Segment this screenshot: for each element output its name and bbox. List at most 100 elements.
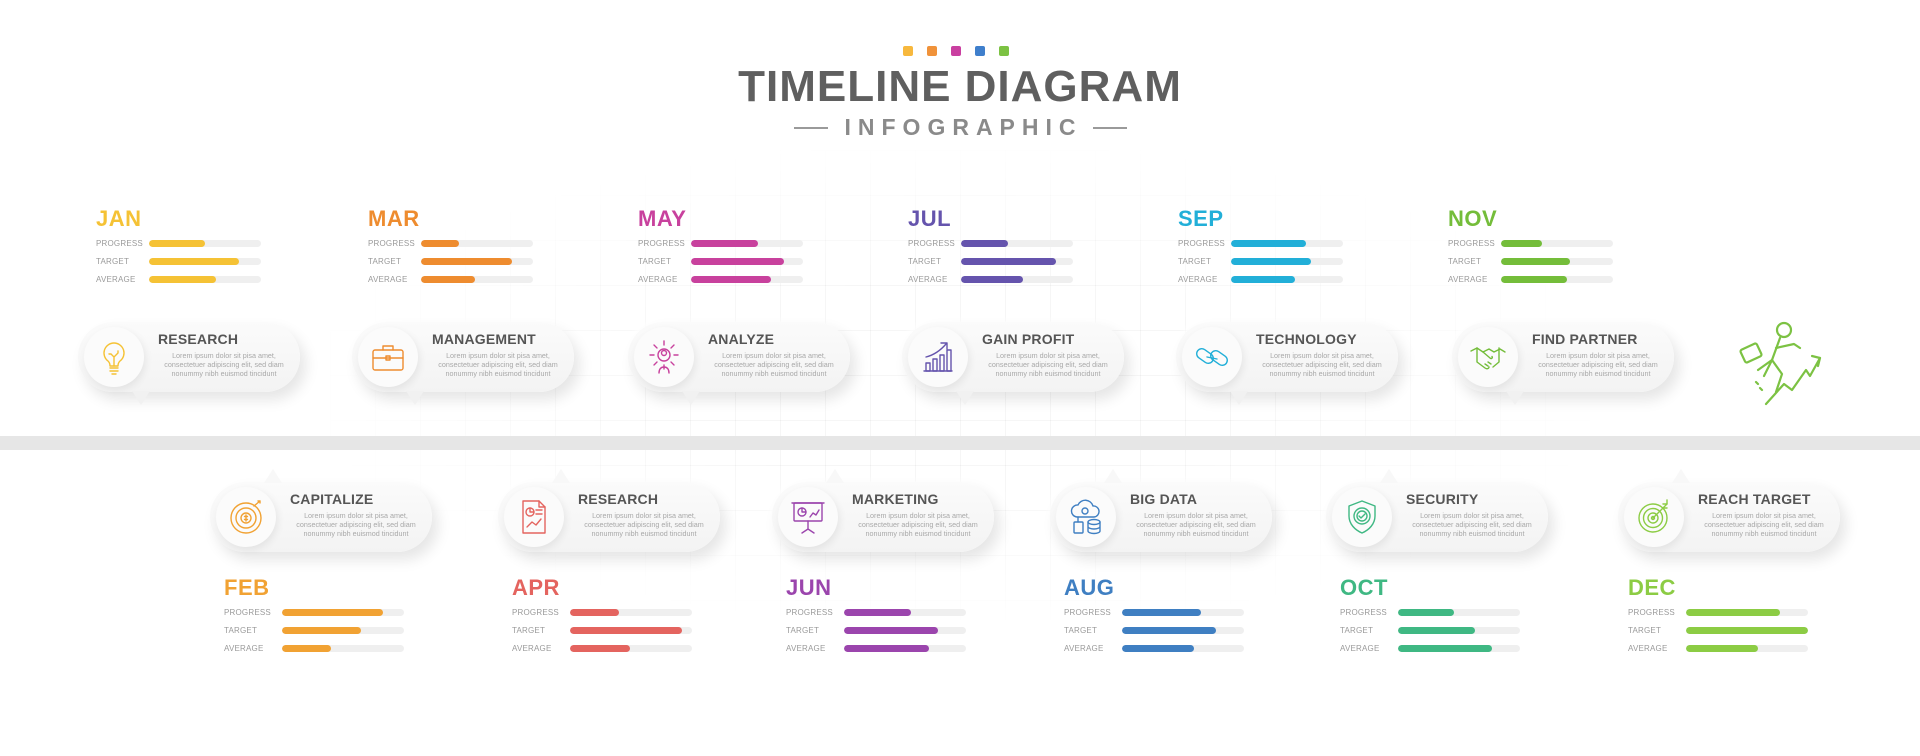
card-title: RESEARCH bbox=[578, 491, 659, 507]
average-bar-track bbox=[961, 275, 1073, 283]
target-label: TARGET bbox=[1628, 625, 1662, 635]
month-label: APR bbox=[512, 575, 560, 600]
card-description: Lorem ipsum dolor sit pisa amet, consect… bbox=[1412, 511, 1532, 538]
cloud-database-icon bbox=[1070, 499, 1101, 535]
average-row: AVERAGE bbox=[368, 270, 548, 288]
average-label: AVERAGE bbox=[1064, 643, 1104, 653]
average-bar-fill bbox=[149, 275, 217, 283]
target-bar-fill bbox=[1398, 626, 1475, 634]
progress-bar-fill bbox=[1501, 239, 1543, 247]
progress-bar-fill bbox=[1686, 608, 1780, 616]
average-label: AVERAGE bbox=[512, 643, 552, 653]
progress-label: PROGRESS bbox=[1178, 238, 1225, 248]
icon-badge bbox=[84, 327, 144, 387]
milestone-card-analyze[interactable]: ANALYZE Lorem ipsum dolor sit pisa amet, … bbox=[628, 322, 850, 405]
average-label: AVERAGE bbox=[368, 274, 408, 284]
milestone-card-marketing[interactable]: MARKETING Lorem ipsum dolor sit pisa amet… bbox=[772, 469, 994, 552]
average-row: AVERAGE bbox=[1178, 270, 1358, 288]
card-pointer bbox=[406, 391, 424, 405]
milestone-card-research[interactable]: RESEARCH Lorem ipsum dolor sit pisa amet,… bbox=[498, 469, 720, 552]
target-bar-fill bbox=[149, 257, 239, 265]
month-stats-apr: APR PROGRESS TARGET AVERAGE bbox=[512, 573, 692, 657]
progress-bar-track bbox=[421, 239, 533, 247]
card-pointer bbox=[682, 391, 700, 405]
card-description: Lorem ipsum dolor sit pisa amet, consect… bbox=[1262, 351, 1382, 378]
average-bar-track bbox=[691, 275, 803, 283]
card-pointer bbox=[1506, 391, 1524, 405]
progress-bar-track bbox=[570, 608, 692, 616]
target-bar-fill bbox=[1122, 626, 1216, 634]
average-label: AVERAGE bbox=[1340, 643, 1380, 653]
growth-chart-icon bbox=[923, 342, 953, 372]
average-bar-fill bbox=[691, 275, 771, 283]
target-row: TARGET bbox=[96, 252, 276, 270]
chain-link-icon bbox=[1196, 348, 1228, 366]
subtitle-row: INFOGRAPHIC bbox=[0, 114, 1920, 141]
timeline-band bbox=[0, 436, 1920, 450]
average-bar-track bbox=[421, 275, 533, 283]
target-label: TARGET bbox=[1340, 625, 1374, 635]
month-label: SEP bbox=[1178, 206, 1224, 231]
average-bar-track bbox=[1686, 644, 1808, 652]
card-pointer bbox=[552, 469, 570, 483]
progress-bar-track bbox=[1398, 608, 1520, 616]
milestone-card-management[interactable]: MANAGEMENT Lorem ipsum dolor sit pisa ame… bbox=[352, 322, 574, 405]
target-row: TARGET bbox=[908, 252, 1088, 270]
progress-row: PROGRESS bbox=[638, 234, 818, 252]
milestone-card-gain-profit[interactable]: GAIN PROFIT Lorem ipsum dolor sit pisa am… bbox=[902, 322, 1124, 405]
target-bar-track bbox=[1398, 626, 1520, 634]
average-bar-track bbox=[1231, 275, 1343, 283]
progress-label: PROGRESS bbox=[224, 607, 271, 617]
progress-row: PROGRESS bbox=[1628, 603, 1808, 621]
progress-label: PROGRESS bbox=[908, 238, 955, 248]
milestone-card-find-partner[interactable]: FIND PARTNER Lorem ipsum dolor sit pisa a… bbox=[1452, 322, 1674, 405]
target-label: TARGET bbox=[1448, 256, 1482, 266]
subtitle-rule-right bbox=[1092, 126, 1127, 129]
progress-bar-track bbox=[149, 239, 261, 247]
progress-row: PROGRESS bbox=[368, 234, 548, 252]
page-subtitle: INFOGRAPHIC bbox=[844, 114, 1083, 140]
card-pointer bbox=[264, 469, 282, 483]
milestone-card-reach-target[interactable]: REACH TARGET Lorem ipsum dolor sit pisa a… bbox=[1618, 469, 1840, 552]
average-bar-fill bbox=[1231, 275, 1295, 283]
target-label: TARGET bbox=[368, 256, 402, 266]
target-bar-track bbox=[691, 257, 803, 265]
milestone-card-technology[interactable]: TECHNOLOGY Lorem ipsum dolor sit pisa ame… bbox=[1176, 322, 1398, 405]
average-label: AVERAGE bbox=[638, 274, 678, 284]
target-bar-fill bbox=[844, 626, 938, 634]
progress-bar-track bbox=[691, 239, 803, 247]
milestone-card-big-data[interactable]: BIG DATA Lorem ipsum dolor sit pisa amet,… bbox=[1050, 469, 1272, 552]
icon-badge bbox=[1056, 487, 1116, 547]
lightbulb-icon bbox=[103, 342, 125, 375]
icon-badge bbox=[778, 487, 838, 547]
progress-bar-fill bbox=[691, 239, 759, 247]
progress-bar-fill bbox=[421, 239, 460, 247]
milestone-card-capitalize[interactable]: CAPITALIZE Lorem ipsum dolor sit pisa ame… bbox=[210, 469, 432, 552]
target-row: TARGET bbox=[786, 621, 966, 639]
card-title: FIND PARTNER bbox=[1532, 331, 1638, 347]
average-bar-track bbox=[570, 644, 692, 652]
color-dot bbox=[927, 46, 937, 56]
icon-badge bbox=[1182, 327, 1242, 387]
average-row: AVERAGE bbox=[224, 639, 404, 657]
target-bar-fill bbox=[282, 626, 362, 634]
average-bar-track bbox=[1398, 644, 1520, 652]
target-row: TARGET bbox=[1340, 621, 1520, 639]
bullseye-icon bbox=[1638, 499, 1668, 533]
progress-label: PROGRESS bbox=[638, 238, 685, 248]
milestone-card-security[interactable]: SECURITY Lorem ipsum dolor sit pisa amet,… bbox=[1326, 469, 1548, 552]
card-title: ANALYZE bbox=[708, 331, 775, 347]
target-row: TARGET bbox=[512, 621, 692, 639]
month-stats-jun: JUN PROGRESS TARGET AVERAGE bbox=[786, 573, 966, 657]
average-row: AVERAGE bbox=[638, 270, 818, 288]
icon-badge bbox=[1624, 487, 1684, 547]
card-title: SECURITY bbox=[1406, 491, 1479, 507]
month-stats-feb: FEB PROGRESS TARGET AVERAGE bbox=[224, 573, 404, 657]
average-row: AVERAGE bbox=[96, 270, 276, 288]
page-title: TIMELINE DIAGRAM bbox=[738, 62, 1182, 111]
progress-bar-track bbox=[1686, 608, 1808, 616]
month-stats-dec: DEC PROGRESS TARGET AVERAGE bbox=[1628, 573, 1808, 657]
progress-bar-track bbox=[1501, 239, 1613, 247]
milestone-card-research[interactable]: RESEARCH Lorem ipsum dolor sit pisa amet,… bbox=[78, 322, 300, 405]
average-bar-fill bbox=[961, 275, 1023, 283]
